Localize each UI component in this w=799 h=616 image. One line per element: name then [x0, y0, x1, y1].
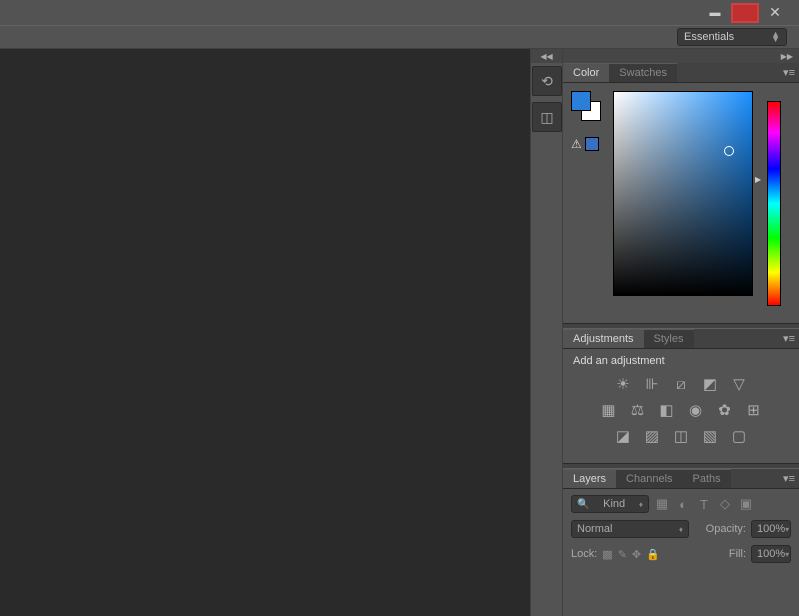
gradient-map-icon[interactable]: ▧: [701, 427, 719, 445]
right-panels: ▶▶ Color Swatches ▾≡ ⚠ ▶: [562, 49, 799, 616]
opacity-label: Opacity:: [706, 523, 746, 535]
adjustments-heading: Add an adjustment: [573, 355, 789, 367]
gamut-swatch[interactable]: [585, 137, 599, 151]
tab-paths[interactable]: Paths: [683, 469, 731, 488]
curves-icon[interactable]: ⧄: [672, 375, 690, 393]
properties-panel-icon[interactable]: ◫: [532, 102, 562, 132]
photo-filter-icon[interactable]: ◉: [687, 401, 705, 419]
lock-label: Lock:: [571, 548, 597, 560]
hue-saturation-icon[interactable]: ▦: [600, 401, 618, 419]
blend-mode-label: Normal: [577, 523, 612, 535]
filter-pixel-icon[interactable]: ▦: [654, 496, 670, 512]
opacity-input[interactable]: 100% ▾: [751, 520, 791, 538]
out-of-gamut-warning-icon[interactable]: ⚠: [571, 137, 582, 151]
foreground-swatch[interactable]: [571, 91, 591, 111]
hue-slider[interactable]: [767, 101, 781, 306]
invert-icon[interactable]: ◪: [614, 427, 632, 445]
workspace-dropdown[interactable]: Essentials ▲▼: [677, 28, 787, 46]
channel-mixer-icon[interactable]: ✿: [716, 401, 734, 419]
lock-image-icon[interactable]: ✎: [618, 548, 627, 561]
maximize-button[interactable]: [731, 3, 759, 23]
history-panel-icon[interactable]: ⟲: [532, 66, 562, 96]
color-balance-icon[interactable]: ⚖: [629, 401, 647, 419]
color-picker-indicator: [724, 146, 734, 156]
fill-input[interactable]: 100% ▾: [751, 545, 791, 563]
layers-panel-body: 🔍 Kind ♦ ▦ ◐ T ◇ ▣ Normal ♦ Opacity: 100…: [563, 489, 799, 616]
dropdown-arrows-icon: ▲▼: [771, 32, 780, 42]
filter-type-icon[interactable]: T: [696, 496, 712, 512]
filter-adjustment-icon[interactable]: ◐: [675, 496, 691, 512]
panels-collapse-button[interactable]: ▶▶: [563, 49, 799, 63]
dock-collapse-button[interactable]: ◀◀: [531, 49, 562, 63]
minimize-button[interactable]: ▬: [701, 3, 729, 23]
vibrance-icon[interactable]: ▽: [730, 375, 748, 393]
tab-styles[interactable]: Styles: [644, 329, 694, 348]
tab-channels[interactable]: Channels: [616, 469, 682, 488]
exposure-icon[interactable]: ◩: [701, 375, 719, 393]
layer-filter-kind-dropdown[interactable]: 🔍 Kind ♦: [571, 495, 649, 513]
adjustments-panel-tabs: Adjustments Styles ▾≡: [563, 329, 799, 349]
selective-color-icon[interactable]: ▢: [730, 427, 748, 445]
posterize-icon[interactable]: ▨: [643, 427, 661, 445]
tab-layers[interactable]: Layers: [563, 469, 616, 488]
foreground-background-swatches[interactable]: [571, 91, 601, 121]
canvas-area[interactable]: [0, 49, 530, 616]
tab-color[interactable]: Color: [563, 63, 609, 82]
tab-adjustments[interactable]: Adjustments: [563, 329, 644, 348]
fill-label: Fill:: [729, 548, 746, 560]
close-button[interactable]: ✕: [761, 3, 789, 23]
hue-slider-indicator: ▶: [755, 175, 761, 184]
fill-value: 100%: [757, 548, 785, 560]
layer-filter-kind-label: Kind: [603, 498, 625, 510]
collapsed-dock: ◀◀ ⟲ ◫: [530, 49, 562, 616]
adjustments-panel-menu-icon[interactable]: ▾≡: [783, 332, 795, 345]
tab-swatches[interactable]: Swatches: [609, 63, 677, 82]
levels-icon[interactable]: ⊪: [643, 375, 661, 393]
color-panel-tabs: Color Swatches ▾≡: [563, 63, 799, 83]
filter-smart-icon[interactable]: ▣: [738, 496, 754, 512]
color-panel-body: ⚠ ▶: [563, 83, 799, 323]
color-lookup-icon[interactable]: ⊞: [745, 401, 763, 419]
color-field[interactable]: [613, 91, 753, 296]
opacity-value: 100%: [757, 523, 785, 535]
filter-shape-icon[interactable]: ◇: [717, 496, 733, 512]
options-bar: Essentials ▲▼: [0, 25, 799, 49]
lock-transparency-icon[interactable]: ▩: [602, 548, 612, 561]
workspace-label: Essentials: [684, 31, 734, 43]
black-white-icon[interactable]: ◧: [658, 401, 676, 419]
lock-position-icon[interactable]: ✥: [632, 548, 641, 561]
window-titlebar: ▬ ✕: [0, 0, 799, 25]
lock-all-icon[interactable]: 🔒: [646, 548, 660, 561]
layers-panel-menu-icon[interactable]: ▾≡: [783, 472, 795, 485]
layers-panel-tabs: Layers Channels Paths ▾≡: [563, 469, 799, 489]
brightness-contrast-icon[interactable]: ☀: [614, 375, 632, 393]
threshold-icon[interactable]: ◫: [672, 427, 690, 445]
color-panel-menu-icon[interactable]: ▾≡: [783, 66, 795, 79]
blend-mode-dropdown[interactable]: Normal ♦: [571, 520, 689, 538]
adjustments-panel-body: Add an adjustment ☀ ⊪ ⧄ ◩ ▽ ▦ ⚖ ◧ ◉ ✿ ⊞ …: [563, 349, 799, 463]
